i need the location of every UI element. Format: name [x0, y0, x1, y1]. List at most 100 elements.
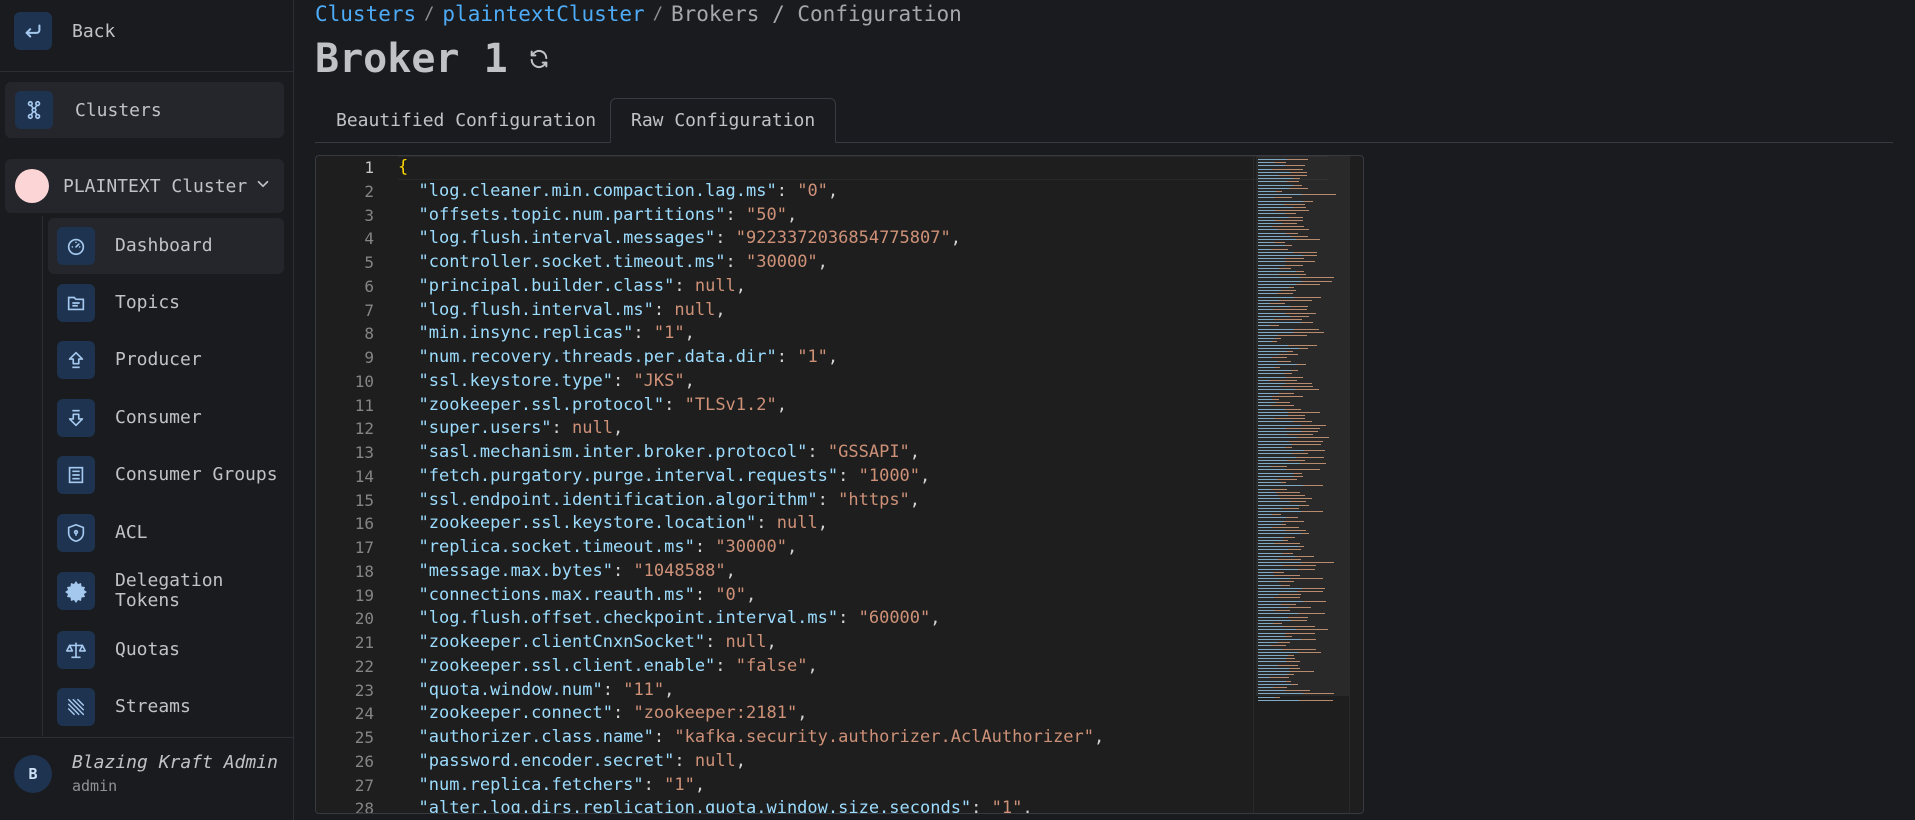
minimap-line	[1258, 386, 1313, 388]
minimap-line	[1258, 648, 1316, 650]
sidebar-item-producer[interactable]: Producer	[48, 332, 284, 388]
line-number: 8	[364, 324, 374, 344]
sidebar-item-consumer[interactable]: Consumer	[48, 390, 284, 446]
minimap-line	[1258, 255, 1317, 256]
json-key: "password.encoder.secret"	[418, 750, 675, 771]
minimap-line	[1258, 191, 1282, 192]
minimap-line	[1258, 207, 1306, 208]
minimap-line	[1258, 539, 1288, 541]
json-value: "9223372036854775807"	[735, 228, 951, 249]
json-value: "TLSv1.2"	[684, 394, 777, 415]
minimap-line	[1258, 283, 1320, 285]
minimap-line	[1258, 575, 1300, 576]
minimap-line	[1258, 306, 1308, 308]
sidebar-item-dashboard[interactable]: Dashboard	[48, 218, 284, 274]
minimap-line	[1258, 555, 1314, 557]
clusters-icon	[15, 91, 53, 129]
minimap-line	[1258, 680, 1291, 682]
line-number: 14	[354, 466, 374, 486]
minimap-line	[1258, 453, 1308, 455]
minimap-line	[1258, 181, 1299, 183]
line-number: 17	[354, 538, 374, 557]
code-line: "log.cleaner.min.compaction.lag.ms": "0"…	[418, 180, 839, 201]
minimap-line	[1258, 683, 1298, 685]
line-number: 24	[354, 704, 374, 724]
line-number: 21	[354, 633, 374, 652]
code-line: "log.flush.interval.messages": "92233720…	[418, 228, 961, 249]
code-line: "zookeeper.clientCnxnSocket": null,	[418, 632, 777, 652]
json-value: null	[694, 750, 736, 771]
minimap-line	[1258, 559, 1301, 560]
chevron-down-icon	[254, 175, 272, 197]
minimap-line	[1258, 357, 1287, 359]
json-value: null	[776, 513, 818, 534]
breadcrumb-cluster-link[interactable]: plaintextCluster	[442, 2, 644, 26]
vertical-scrollbar[interactable]	[1349, 156, 1363, 813]
sidebar-item-acl[interactable]: ACL	[48, 505, 284, 561]
minimap-line	[1258, 405, 1294, 407]
user-menu[interactable]: B Blazing Kraft Admin admin	[14, 752, 278, 795]
json-key: "num.replica.fetchers"	[418, 774, 644, 795]
code-line: "ssl.endpoint.identification.algorithm":…	[418, 489, 921, 510]
code-editor[interactable]: 1 2 3 4 5 6 7 8 9 10 11 12 13 14 15 16 17 18 19 20 21 22 23 24 2…	[315, 155, 1364, 814]
minimap-line	[1258, 629, 1328, 631]
json-key: "log.flush.interval.ms"	[418, 299, 654, 320]
minimap-line	[1258, 597, 1300, 599]
json-key: "principal.builder.class"	[418, 275, 675, 296]
sidebar-item-streams[interactable]: Streams	[48, 679, 284, 735]
minimap-line	[1258, 469, 1320, 471]
minimap-line	[1258, 667, 1300, 669]
cluster-selector[interactable]: PLAINTEXT Cluster	[5, 159, 284, 213]
minimap-line	[1258, 607, 1311, 608]
minimap-line	[1258, 495, 1305, 496]
minimap-line	[1258, 421, 1312, 423]
sidebar-item-quotas[interactable]: Quotas	[48, 622, 284, 678]
code-line: {	[398, 156, 1328, 180]
minimap-line	[1258, 411, 1320, 413]
minimap-line	[1258, 511, 1323, 512]
json-value: null	[674, 299, 716, 320]
sidebar-item-label: Topics	[115, 292, 181, 313]
json-value: "GSSAPI"	[827, 442, 910, 462]
json-value: "JKS"	[633, 370, 685, 391]
sidebar-item-topics[interactable]: Topics	[48, 275, 284, 331]
minimap-line	[1258, 562, 1334, 564]
minimap-line	[1258, 322, 1313, 324]
json-value: null	[725, 632, 767, 652]
minimap-line	[1258, 360, 1291, 362]
minimap-line	[1258, 533, 1309, 535]
sidebar-item-consumer-groups[interactable]: Consumer Groups	[48, 447, 284, 503]
tab-beautified-configuration[interactable]: Beautified Configuration	[316, 98, 616, 143]
code-line: "zookeeper.ssl.client.enable": "false",	[418, 655, 818, 676]
minimap-slider[interactable]	[1256, 156, 1350, 696]
minimap-line	[1258, 351, 1293, 352]
streams-icon	[57, 688, 95, 726]
minimap-line	[1258, 655, 1294, 656]
line-number: 26	[354, 751, 374, 771]
json-value: "1"	[653, 323, 685, 344]
minimap-line	[1258, 347, 1308, 349]
json-value: "zookeeper:2181"	[633, 703, 798, 724]
line-number: 19	[354, 585, 374, 605]
minimap-line	[1258, 315, 1309, 317]
minimap-line	[1258, 287, 1294, 288]
json-value: "1000"	[858, 465, 921, 486]
minimap-line	[1258, 690, 1310, 692]
minimap-line	[1258, 488, 1287, 490]
breadcrumb-clusters-link[interactable]: Clusters	[315, 2, 416, 26]
minimap-line	[1258, 504, 1309, 506]
line-number: 13	[354, 443, 374, 462]
back-button[interactable]: Back	[14, 12, 115, 50]
minimap[interactable]	[1253, 156, 1363, 813]
minimap-line	[1258, 367, 1280, 368]
clusters-nav-item[interactable]: Clusters	[5, 82, 284, 138]
line-number: 1	[364, 158, 374, 177]
user-name: Blazing Kraft Admin	[72, 752, 278, 773]
code-area[interactable]: { "log.cleaner.min.compaction.lag.ms": "…	[398, 156, 1328, 813]
refresh-icon[interactable]	[528, 47, 552, 71]
sidebar-item-delegation-tokens[interactable]: Delegation Tokens	[48, 563, 284, 619]
divider	[0, 71, 294, 72]
tab-label: Raw Configuration	[631, 110, 816, 131]
minimap-line	[1258, 594, 1301, 596]
tab-raw-configuration[interactable]: Raw Configuration	[610, 98, 837, 143]
